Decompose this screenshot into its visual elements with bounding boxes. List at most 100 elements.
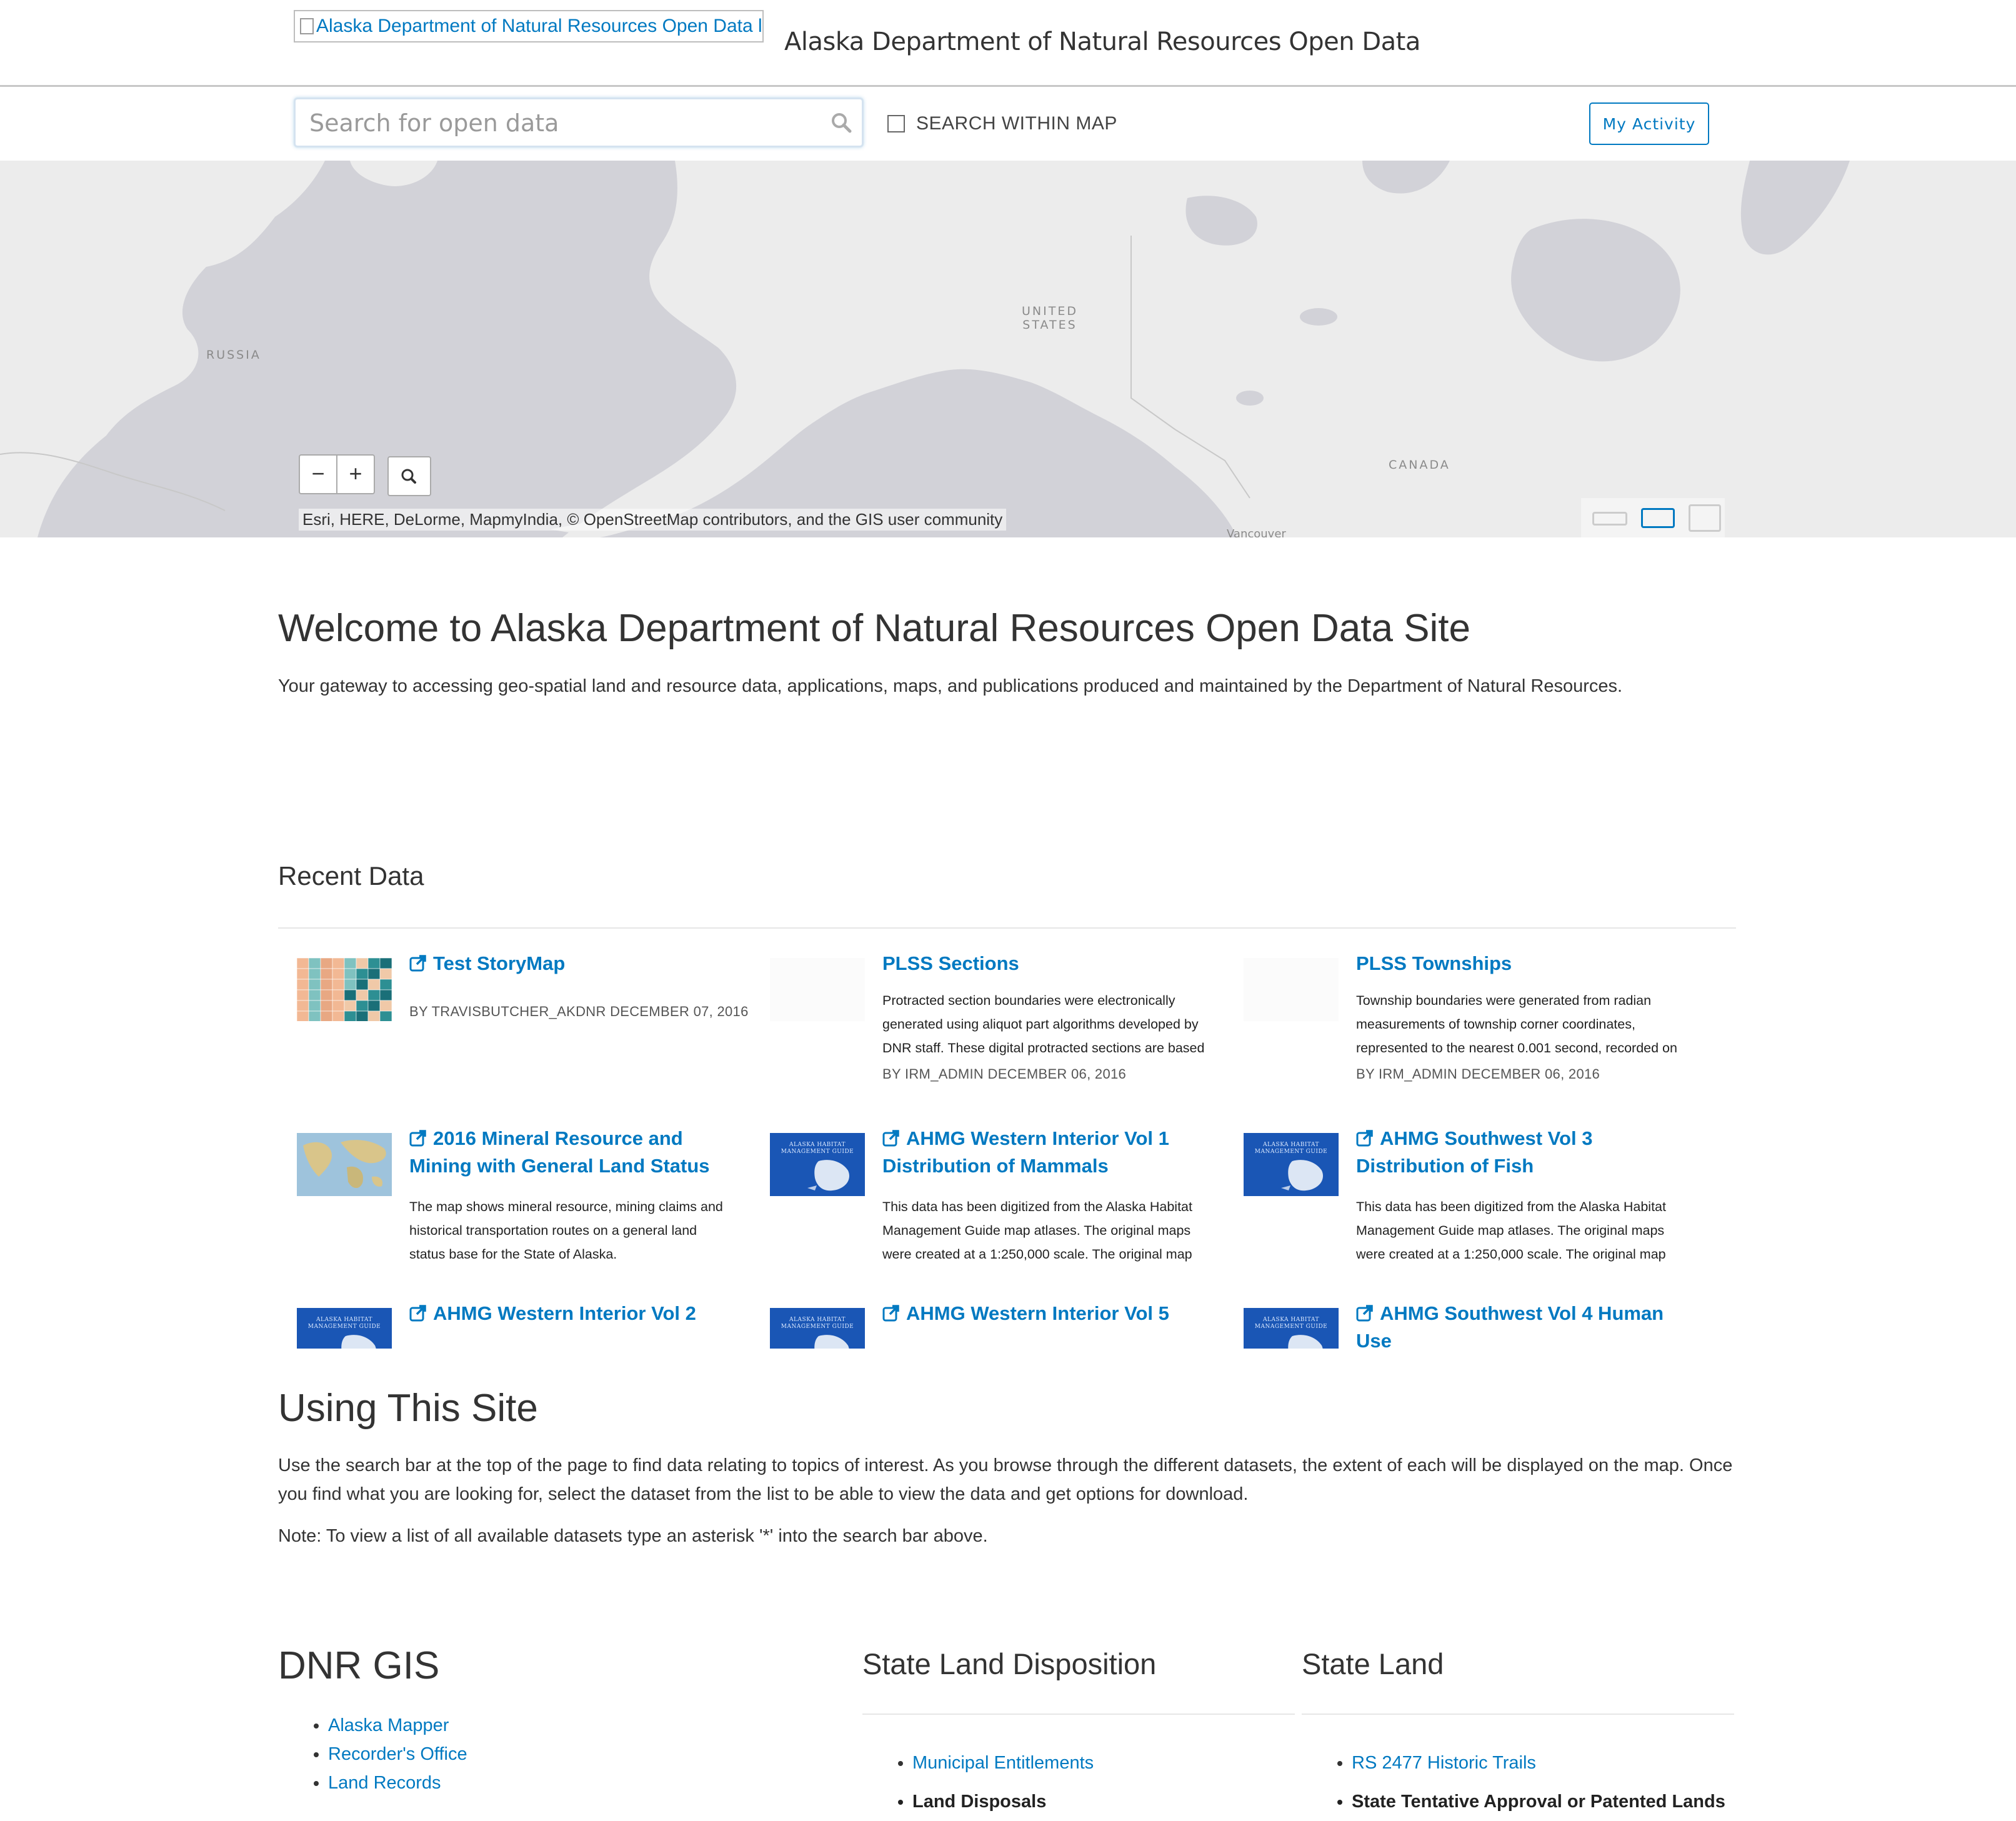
search-icon[interactable] xyxy=(829,111,854,136)
site-title[interactable]: Alaska Department of Natural Resources O… xyxy=(784,27,1420,56)
recent-item-plss-townships[interactable]: PLSS Townships Township boundaries were g… xyxy=(1225,950,1690,1119)
external-link-icon xyxy=(409,1302,433,1324)
recent-item-2016-mineral-resource-and-mining-with-general-land-status[interactable]: 2016 Mineral Resource and Mining with Ge… xyxy=(278,1125,744,1294)
dataset-description: Protracted section boundaries were elect… xyxy=(882,993,1205,1055)
dataset-title: AHMG Western Interior Vol 2 xyxy=(433,1302,696,1324)
using-site-note: Note: To view a list of all available da… xyxy=(278,1526,988,1546)
link-recorders-office[interactable]: Recorder's Office xyxy=(328,1744,467,1764)
recent-item-ahmg-southwest-vol-4-human-use[interactable]: ALASKA HABITAT MANAGEMENT GUIDE AHMG Sout… xyxy=(1225,1300,1690,1349)
dnr-gis-links: Alaska Mapper Recorder's Office Land Rec… xyxy=(297,1711,467,1797)
recent-item-ahmg-western-interior-vol-2[interactable]: ALASKA HABITAT MANAGEMENT GUIDE AHMG West… xyxy=(278,1300,744,1349)
external-link-icon xyxy=(409,1127,433,1149)
list-item: RS 2477 Historic Trails xyxy=(1352,1744,1725,1782)
search-within-map-checkbox[interactable] xyxy=(887,115,905,132)
recent-item-ahmg-western-interior-vol-1-distribution-of-mammals[interactable]: ALASKA HABITAT MANAGEMENT GUIDE AHMG West… xyxy=(751,1125,1217,1294)
dataset-title-link[interactable]: AHMG Southwest Vol 4 Human Use xyxy=(1356,1300,1681,1349)
external-link-icon xyxy=(409,952,433,974)
divider xyxy=(278,927,1736,929)
search-input[interactable] xyxy=(308,99,823,147)
dataset-thumbnail[interactable] xyxy=(297,1133,392,1196)
list-item: Land Disposals xyxy=(912,1782,1094,1821)
recent-data-title: Recent Data xyxy=(278,861,424,891)
recent-data-grid: Test StoryMap BY TRAVISBUTCHER_AKDNR DECE… xyxy=(278,950,1736,1349)
dataset-thumbnail[interactable]: ALASKA HABITAT MANAGEMENT GUIDE xyxy=(1244,1133,1339,1196)
map-label-russia: RUSSIA xyxy=(206,348,261,362)
search-icon xyxy=(401,469,416,484)
dataset-thumbnail[interactable]: ALASKA HABITAT MANAGEMENT GUIDE xyxy=(770,1133,865,1196)
dataset-title: AHMG Southwest Vol 3 Distribution of Fis… xyxy=(1356,1127,1593,1177)
dataset-title: AHMG Southwest Vol 4 Human Use xyxy=(1356,1302,1664,1349)
divider xyxy=(862,1714,1295,1715)
zoom-in-button[interactable]: + xyxy=(337,456,374,493)
dataset-description: The map shows mineral resource, mining c… xyxy=(409,1199,723,1262)
dataset-title-link[interactable]: PLSS Townships xyxy=(1356,950,1681,977)
site-logo[interactable]: Alaska Department of Natural Resources O… xyxy=(294,10,764,42)
map-label-vancouver: Vancouver xyxy=(1227,527,1286,537)
dataset-thumbnail[interactable] xyxy=(1244,958,1339,1021)
list-item: Alaska Mapper xyxy=(328,1711,467,1740)
map-label-united-states: UNITED STATES xyxy=(1022,304,1078,332)
welcome-text: Your gateway to accessing geo-spatial la… xyxy=(278,676,1623,696)
external-link-icon xyxy=(1356,1127,1380,1149)
list-item: Land Records xyxy=(328,1769,467,1797)
external-link-icon xyxy=(882,1127,906,1149)
dataset-title-link[interactable]: AHMG Western Interior Vol 5 xyxy=(882,1300,1207,1327)
dataset-title: PLSS Sections xyxy=(882,952,1019,974)
state-land-disposition-links: Municipal Entitlements Land Disposals xyxy=(881,1744,1094,1821)
site-header: Alaska Department of Natural Resources O… xyxy=(0,0,2016,87)
link-alaska-mapper[interactable]: Alaska Mapper xyxy=(328,1715,449,1735)
link-municipal-entitlements[interactable]: Municipal Entitlements xyxy=(912,1753,1094,1773)
dataset-title-link[interactable]: 2016 Mineral Resource and Mining with Ge… xyxy=(409,1125,734,1180)
dataset-thumbnail[interactable] xyxy=(297,958,392,1021)
dataset-thumbnail[interactable] xyxy=(770,958,865,1021)
search-within-map-toggle[interactable]: SEARCH WITHIN MAP xyxy=(887,112,1117,135)
recent-item-ahmg-southwest-vol-3-distribution-of-fish[interactable]: ALASKA HABITAT MANAGEMENT GUIDE AHMG Sout… xyxy=(1225,1125,1690,1294)
dataset-title-link[interactable]: PLSS Sections xyxy=(882,950,1207,977)
dataset-title-link[interactable]: AHMG Western Interior Vol 1 Distribution… xyxy=(882,1125,1207,1180)
dataset-title-link[interactable]: AHMG Western Interior Vol 2 xyxy=(409,1300,734,1327)
basemap-option-imagery[interactable] xyxy=(1689,504,1721,532)
state-land-links: RS 2477 Historic Trails State Tentative … xyxy=(1320,1744,1725,1821)
dataset-meta: BY IRM_ADMIN DECEMBER 06, 2016 xyxy=(1356,1066,1600,1082)
logo-alt-text: Alaska Department of Natural Resources O… xyxy=(316,16,764,36)
external-link-icon xyxy=(882,1302,906,1324)
recent-item-ahmg-western-interior-vol-5[interactable]: ALASKA HABITAT MANAGEMENT GUIDE AHMG West… xyxy=(751,1300,1217,1349)
basemap-option-light[interactable] xyxy=(1592,512,1627,526)
link-land-records[interactable]: Land Records xyxy=(328,1773,441,1793)
basemap-option-gray[interactable] xyxy=(1641,508,1675,528)
link-rs2477-historic-trails[interactable]: RS 2477 Historic Trails xyxy=(1352,1753,1536,1773)
dataset-thumbnail[interactable]: ALASKA HABITAT MANAGEMENT GUIDE xyxy=(770,1308,865,1349)
search-box xyxy=(294,97,864,147)
map-attribution: Esri, HERE, DeLorme, MapmyIndia, © OpenS… xyxy=(299,509,1007,531)
dataset-title: AHMG Western Interior Vol 1 Distribution… xyxy=(882,1127,1169,1177)
state-land-disposition-title: State Land Disposition xyxy=(862,1647,1157,1680)
dataset-title-link[interactable]: Test StoryMap xyxy=(409,950,734,977)
list-item: State Tentative Approval or Patented Lan… xyxy=(1352,1782,1725,1821)
dnr-gis-title: DNR GIS xyxy=(278,1644,440,1687)
dataset-title: AHMG Western Interior Vol 5 xyxy=(906,1302,1169,1324)
welcome-title: Welcome to Alaska Department of Natural … xyxy=(278,607,1470,650)
map-view[interactable]: RUSSIA UNITED STATES CANADA Vancouver − … xyxy=(0,161,2016,537)
search-within-map-label: SEARCH WITHIN MAP xyxy=(916,113,1117,134)
search-toolbar: SEARCH WITHIN MAP My Activity xyxy=(0,87,2016,162)
dataset-description: This data has been digitized from the Al… xyxy=(1356,1199,1666,1262)
dataset-thumbnail[interactable]: ALASKA HABITAT MANAGEMENT GUIDE xyxy=(1244,1308,1339,1349)
dataset-title: Test StoryMap xyxy=(433,952,566,974)
map-search-button[interactable] xyxy=(387,456,431,496)
external-link-icon xyxy=(1356,1302,1380,1324)
list-item: Recorder's Office xyxy=(328,1740,467,1769)
recent-item-plss-sections[interactable]: PLSS Sections Protracted section boundari… xyxy=(751,950,1217,1119)
dataset-description: This data has been digitized from the Al… xyxy=(882,1199,1192,1262)
dataset-title-link[interactable]: AHMG Southwest Vol 3 Distribution of Fis… xyxy=(1356,1125,1681,1180)
dataset-thumbnail[interactable]: ALASKA HABITAT MANAGEMENT GUIDE xyxy=(297,1308,392,1349)
my-activity-button[interactable]: My Activity xyxy=(1589,102,1709,145)
recent-item-test-storymap[interactable]: Test StoryMap BY TRAVISBUTCHER_AKDNR DECE… xyxy=(278,950,748,1119)
dataset-title: 2016 Mineral Resource and Mining with Ge… xyxy=(409,1127,710,1177)
using-site-title: Using This Site xyxy=(278,1387,538,1430)
zoom-out-button[interactable]: − xyxy=(300,456,337,493)
broken-image-icon xyxy=(300,18,314,34)
map-label-canada: CANADA xyxy=(1389,458,1450,472)
using-site-text: Use the search bar at the top of the pag… xyxy=(278,1455,1733,1504)
dataset-meta: BY IRM_ADMIN DECEMBER 06, 2016 xyxy=(882,1066,1127,1082)
list-item: Municipal Entitlements xyxy=(912,1744,1094,1782)
